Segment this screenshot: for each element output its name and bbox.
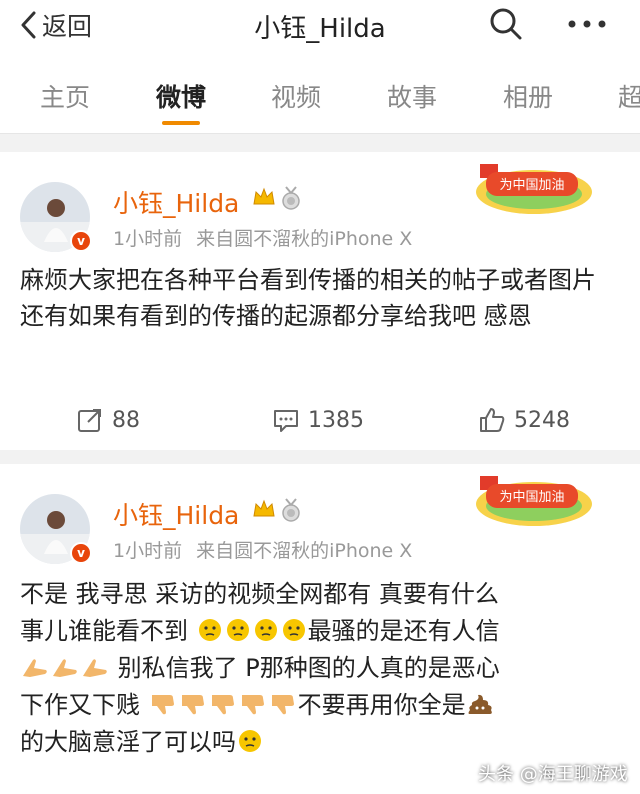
comment-button[interactable]: 1385 bbox=[272, 406, 364, 434]
cheer-badge: 为中国加油 bbox=[476, 164, 592, 214]
post-card: v 小钰_Hilda 1小时前 来自圆不溜秋的iPhone X 为中国加油 不是 … bbox=[0, 464, 640, 794]
hands-icon bbox=[83, 659, 107, 677]
thinking-face-icon bbox=[254, 619, 277, 641]
like-icon bbox=[480, 408, 505, 432]
profile-tabs: 主页 微博 视频 故事 相册 超 bbox=[0, 54, 640, 134]
verified-badge-icon: v bbox=[70, 230, 92, 252]
search-icon[interactable] bbox=[488, 6, 524, 42]
medal-icon bbox=[282, 186, 300, 210]
post-card: v 小钰_Hilda 1小时前 来自圆不溜秋的iPhone X 为中国加油 麻烦大… bbox=[0, 152, 640, 450]
post-time: 1小时前 bbox=[113, 228, 183, 250]
thinking-face-icon bbox=[282, 619, 305, 641]
tab-super[interactable]: 超 bbox=[618, 78, 640, 114]
thumbs-down-icon bbox=[241, 695, 264, 715]
crown-icon bbox=[253, 187, 275, 205]
username[interactable]: 小钰_Hilda bbox=[113, 496, 239, 532]
repost-icon bbox=[78, 409, 101, 432]
hands-icon bbox=[53, 659, 77, 677]
post-text: 不是 我寻思 采访的视频全网都有 真要有什么 事儿谁能看不到 最骚的是还有人信 … bbox=[20, 576, 620, 761]
active-tab-indicator bbox=[162, 121, 200, 125]
post-line: 不是 我寻思 采访的视频全网都有 真要有什么 bbox=[20, 580, 499, 608]
thinking-face-icon bbox=[239, 730, 261, 752]
tab-album[interactable]: 相册 bbox=[503, 78, 553, 114]
more-icon[interactable] bbox=[562, 12, 612, 36]
thinking-face-icon bbox=[198, 619, 221, 641]
thumbs-down-icon bbox=[181, 695, 204, 715]
post-line: 下作又下贱 不要再用你全是 bbox=[20, 687, 620, 724]
top-bar: 返回 小钰_Hilda bbox=[0, 0, 640, 54]
verified-badge-icon: v bbox=[70, 542, 92, 564]
tab-story[interactable]: 故事 bbox=[387, 78, 437, 114]
post-source[interactable]: 来自圆不溜秋的iPhone X bbox=[196, 540, 412, 562]
post-text: 麻烦大家把在各种平台看到传播的相关的帖子或者图片 还有如果有看到的传播的起源都分… bbox=[20, 266, 596, 330]
post-actions: 88 1385 5248 bbox=[0, 400, 640, 444]
watermark: 头条 @海王聊游戏 bbox=[478, 764, 628, 785]
post-meta: 1小时前 来自圆不溜秋的iPhone X bbox=[113, 224, 412, 251]
cheer-badge-text: 为中国加油 bbox=[499, 490, 564, 505]
cheer-badge-text: 为中国加油 bbox=[499, 178, 564, 193]
like-button[interactable]: 5248 bbox=[478, 406, 570, 434]
username[interactable]: 小钰_Hilda bbox=[113, 184, 239, 220]
medal-icon bbox=[282, 498, 300, 522]
crown-icon bbox=[253, 499, 275, 517]
post-source[interactable]: 来自圆不溜秋的iPhone X bbox=[196, 228, 412, 250]
page-title: 小钰_Hilda bbox=[254, 14, 386, 44]
tab-weibo[interactable]: 微博 bbox=[156, 78, 206, 114]
repost-count: 88 bbox=[112, 407, 140, 433]
hands-icon bbox=[23, 659, 47, 677]
thinking-face-icon bbox=[226, 619, 249, 641]
thumbs-down-icon bbox=[271, 695, 294, 715]
post-meta: 1小时前 来自圆不溜秋的iPhone X bbox=[113, 536, 412, 563]
repost-button[interactable]: 88 bbox=[76, 406, 140, 434]
comment-icon bbox=[274, 410, 298, 432]
comment-count: 1385 bbox=[308, 407, 364, 433]
thumbs-down-icon bbox=[151, 695, 174, 715]
tab-home[interactable]: 主页 bbox=[40, 78, 90, 114]
post-line: 事儿谁能看不到 最骚的是还有人信 bbox=[20, 617, 500, 645]
tab-video[interactable]: 视频 bbox=[271, 78, 321, 114]
poop-icon bbox=[468, 694, 492, 714]
thumbs-down-icon bbox=[211, 695, 234, 715]
cheer-badge: 为中国加油 bbox=[476, 476, 592, 526]
post-line: 别私信我了 P那种图的人真的是恶心 bbox=[20, 650, 620, 687]
like-count: 5248 bbox=[514, 407, 570, 433]
post-line: 的大脑意淫了可以吗 bbox=[20, 724, 620, 761]
post-time: 1小时前 bbox=[113, 540, 183, 562]
